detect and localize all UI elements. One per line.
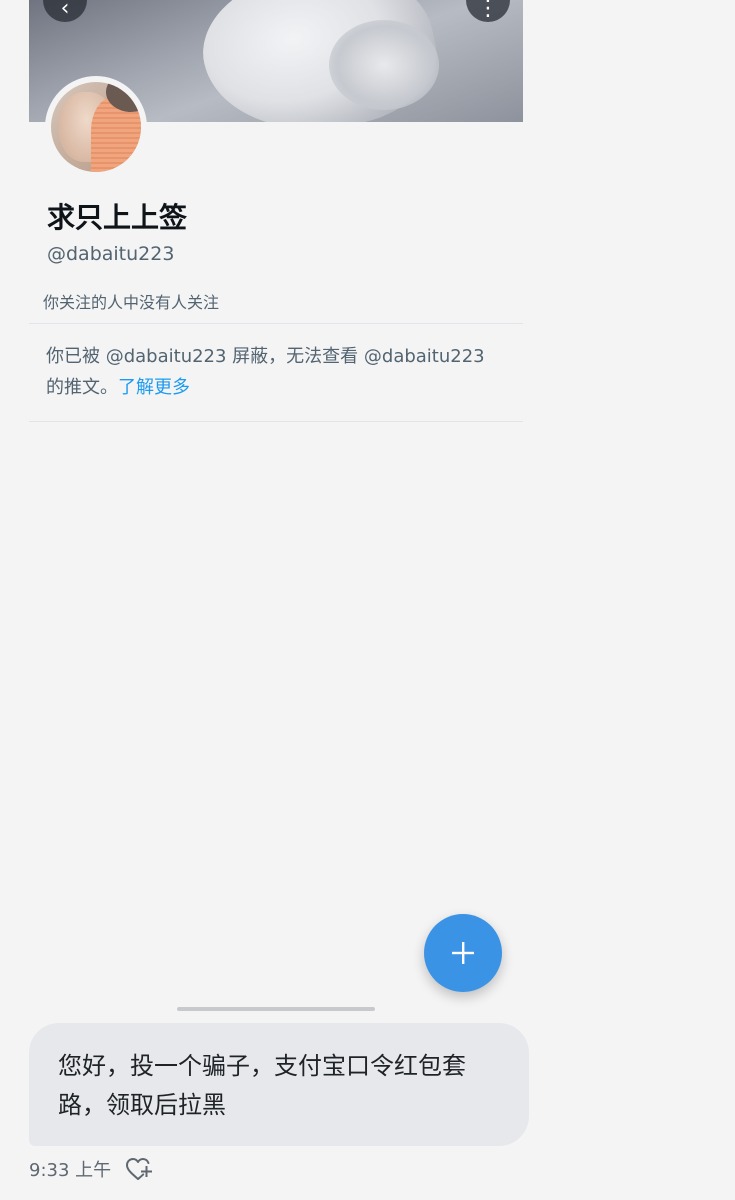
message-bubble[interactable]: 您好，投一个骗子，支付宝口令红包套路，领取后拉黑 xyxy=(29,1023,529,1146)
plus-icon xyxy=(452,942,474,964)
avatar[interactable] xyxy=(45,76,147,178)
profile-handle: @dabaitu223 xyxy=(47,243,175,265)
message-time: 9:33 上午 xyxy=(29,1160,112,1181)
divider xyxy=(29,323,523,324)
heart-plus-icon[interactable] xyxy=(125,1156,153,1182)
message-meta: 9:33 上午 xyxy=(29,1156,153,1182)
blocked-notice: 你已被 @dabaitu223 屏蔽，无法查看 @dabaitu223 的推文。… xyxy=(46,341,506,403)
message-text: 您好，投一个骗子，支付宝口令红包套路，领取后拉黑 xyxy=(58,1052,466,1119)
blocked-notice-text: 你已被 @dabaitu223 屏蔽，无法查看 @dabaitu223 的推文。 xyxy=(46,346,485,398)
followers-you-know-note: 你关注的人中没有人关注 xyxy=(43,293,220,312)
profile-page: ‹ ⋮ 求只上上签 @dabaitu223 你关注的人中没有人关注 你已被 @d… xyxy=(0,0,735,1200)
compose-button[interactable] xyxy=(424,914,502,992)
profile-name: 求只上上签 xyxy=(47,201,188,234)
divider xyxy=(29,421,523,422)
home-indicator xyxy=(177,1007,375,1011)
learn-more-link[interactable]: 了解更多 xyxy=(118,377,190,398)
